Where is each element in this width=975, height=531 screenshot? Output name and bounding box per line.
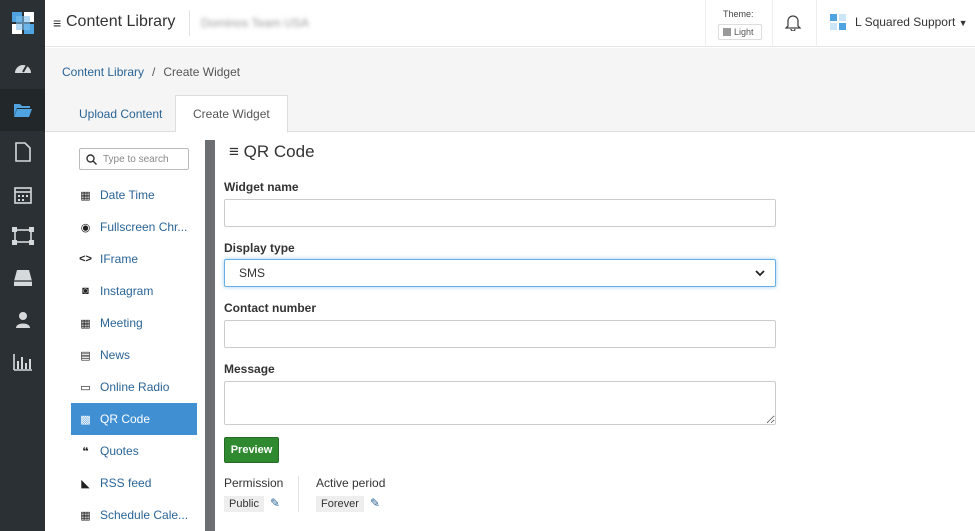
contact-number-input[interactable]	[225, 321, 775, 347]
quote-icon: ❝	[82, 445, 89, 458]
list-icon: ≡	[229, 142, 239, 161]
theme-toggle-button[interactable]: Light	[718, 24, 762, 40]
widget-item-label: Quotes	[100, 444, 139, 458]
hamburger-icon[interactable]: ≡	[53, 15, 61, 31]
chevron-down-icon: ▼	[958, 18, 968, 28]
active-period-section: Active period Forever ✎	[316, 476, 386, 512]
widget-item-label: QR Code	[100, 412, 151, 426]
widget-name-input[interactable]	[225, 200, 775, 226]
permission-section: Permission Public ✎	[224, 476, 284, 512]
header-divider	[189, 10, 190, 36]
tabs-row: Upload Content Create Widget	[45, 95, 975, 133]
edit-active-period-pencil-icon[interactable]: ✎	[370, 496, 380, 510]
chrome-icon: ◉	[80, 221, 91, 234]
page-icon[interactable]	[0, 131, 45, 173]
widget-item-label: News	[100, 348, 131, 362]
widget-list-panel: ▦ Date Time ◉ Fullscreen Chr... <> IFrame ◙ Ins…	[45, 132, 205, 531]
widget-name-label: Widget name	[224, 180, 299, 194]
display-type-label: Display type	[224, 241, 295, 255]
widget-item-meeting[interactable]: ▦ Meeting	[71, 307, 197, 339]
theme-label: Theme:	[723, 9, 754, 19]
qrcode-icon: ▩	[80, 413, 91, 426]
edit-permission-pencil-icon[interactable]: ✎	[270, 496, 280, 510]
widget-item-label: Meeting	[100, 316, 143, 330]
instagram-icon: ◙	[82, 285, 89, 297]
widget-item-instagram[interactable]: ◙ Instagram	[71, 275, 197, 307]
search-input[interactable]	[103, 153, 183, 165]
calendar-icon: ▦	[80, 317, 91, 330]
widget-item-iframe[interactable]: <> IFrame	[71, 243, 197, 275]
theme-swatch-icon	[723, 28, 731, 36]
display-type-value: SMS	[239, 266, 266, 280]
breadcrumb-current: Create Widget	[163, 65, 241, 79]
tab-create-widget[interactable]: Create Widget	[175, 95, 288, 133]
chevron-down-icon	[755, 269, 765, 276]
permission-label: Permission	[224, 476, 284, 490]
bell-icon[interactable]	[784, 13, 802, 34]
left-nav-rail	[0, 0, 45, 531]
widget-item-label: Schedule Cale...	[100, 508, 189, 522]
widget-item-label: Date Time	[100, 188, 155, 202]
form-title: QR Code	[243, 142, 315, 161]
breadcrumb-bar: Content Library / Create Widget	[45, 48, 975, 95]
message-textarea[interactable]	[224, 381, 776, 425]
contact-number-field[interactable]	[224, 320, 776, 348]
widget-item-date-time[interactable]: ▦ Date Time	[71, 179, 197, 211]
breadcrumb-link-content-library[interactable]: Content Library	[62, 65, 144, 79]
user-icon[interactable]	[0, 299, 45, 341]
widget-item-label: Instagram	[100, 284, 154, 298]
breadcrumb: Content Library / Create Widget	[62, 65, 240, 79]
preview-button[interactable]: Preview	[224, 437, 279, 463]
widget-name-field[interactable]	[224, 199, 776, 227]
widget-item-label: IFrame	[100, 252, 139, 266]
panel-divider[interactable]	[205, 140, 215, 531]
theme-switcher: Theme: Light	[705, 0, 773, 47]
player-icon[interactable]	[0, 257, 45, 299]
newspaper-icon: ▤	[80, 349, 91, 362]
organization-name[interactable]: Dominos Team USA	[201, 16, 309, 30]
widget-search[interactable]	[79, 148, 189, 170]
code-icon: <>	[79, 253, 92, 265]
display-network-icon[interactable]	[0, 215, 45, 257]
dashboard-icon[interactable]	[0, 47, 45, 89]
folder-icon[interactable]	[0, 89, 45, 131]
calendar-clock-icon: ▦	[80, 189, 91, 202]
message-label: Message	[224, 362, 275, 376]
calendar-icon[interactable]	[0, 173, 45, 215]
top-bar: ≡ Content Library Dominos Team USA Theme…	[45, 0, 975, 47]
form-heading: ≡ QR Code	[229, 142, 315, 162]
theme-value: Light	[734, 27, 754, 37]
display-type-select[interactable]: SMS	[224, 259, 776, 287]
active-period-value: Forever	[316, 496, 364, 512]
widget-item-quotes[interactable]: ❝ Quotes	[71, 435, 197, 467]
widget-item-label: RSS feed	[100, 476, 152, 490]
widget-item-label: Online Radio	[100, 380, 170, 394]
active-period-label: Active period	[316, 476, 386, 490]
breadcrumb-separator: /	[152, 65, 156, 79]
meta-divider	[298, 476, 299, 512]
tab-upload-content[interactable]: Upload Content	[62, 95, 179, 132]
contact-number-label: Contact number	[224, 301, 317, 315]
widget-item-label: Fullscreen Chr...	[100, 220, 188, 234]
widget-item-fullscreen-chr[interactable]: ◉ Fullscreen Chr...	[71, 211, 197, 243]
widget-item-qr-code[interactable]: ▩ QR Code	[71, 403, 197, 435]
schedule-icon: ▦	[80, 509, 91, 522]
user-name: L Squared Support ▼	[855, 15, 968, 29]
widget-item-rss-feed[interactable]: ◣ RSS feed	[71, 467, 197, 499]
app-title: Content Library	[66, 13, 176, 30]
widget-item-news[interactable]: ▤ News	[71, 339, 197, 371]
search-icon	[86, 153, 97, 165]
avatar	[830, 14, 846, 30]
permission-value: Public	[224, 496, 264, 512]
app-logo-icon[interactable]	[0, 0, 45, 46]
radio-icon: ▭	[80, 381, 91, 394]
user-menu[interactable]: L Squared Support ▼	[816, 0, 975, 47]
widget-type-list: ▦ Date Time ◉ Fullscreen Chr... <> IFrame ◙ Ins…	[71, 179, 197, 531]
reports-icon[interactable]	[0, 341, 45, 383]
widget-item-schedule-cale[interactable]: ▦ Schedule Cale...	[71, 499, 197, 531]
rss-icon: ◣	[81, 477, 90, 490]
widget-item-online-radio[interactable]: ▭ Online Radio	[71, 371, 197, 403]
